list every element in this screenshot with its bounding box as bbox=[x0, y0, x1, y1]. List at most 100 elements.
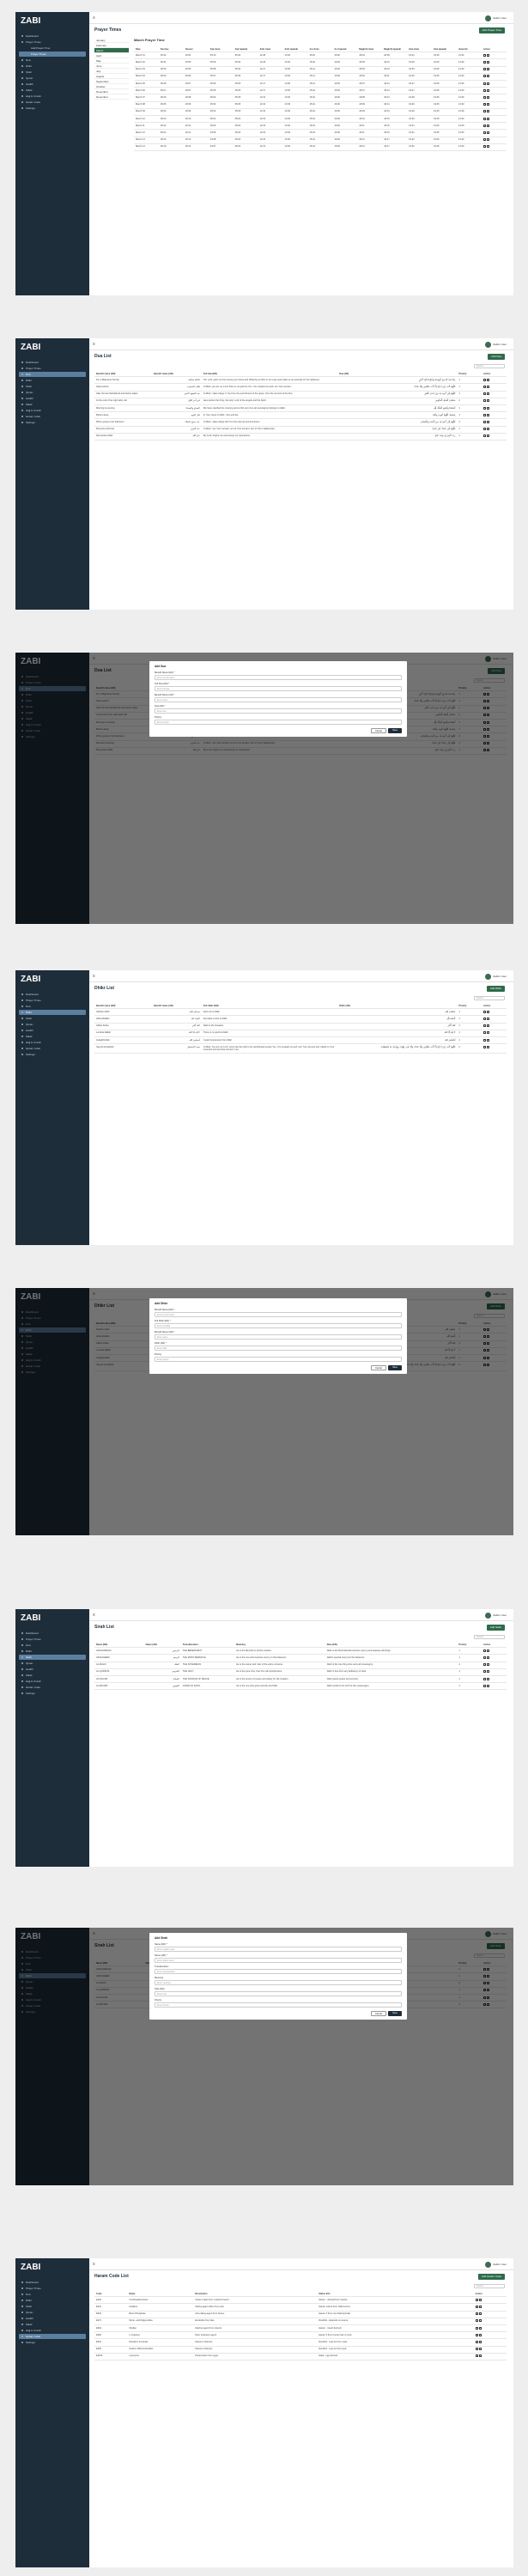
sidebar-item-settings[interactable]: Settings bbox=[19, 1691, 86, 1696]
menu-icon[interactable]: ≡ bbox=[93, 15, 95, 21]
field-input[interactable]: Enter arabic name bbox=[155, 1958, 402, 1963]
sidebar-item-settings[interactable]: Settings bbox=[19, 2340, 86, 2345]
sidebar-item-haram-code[interactable]: Haram Code bbox=[19, 2334, 86, 2339]
sidebar-item-prayer-times[interactable]: Prayer Times bbox=[19, 1637, 86, 1642]
save-button[interactable]: Save bbox=[388, 728, 402, 733]
sidebar-item-dua[interactable]: Dua bbox=[19, 2292, 86, 2297]
sidebar-item-settings[interactable]: Settings bbox=[19, 106, 86, 111]
sidebar-item-sirah[interactable]: Sirah bbox=[19, 70, 86, 75]
sidebar-item-sirah[interactable]: Sirah bbox=[19, 384, 86, 389]
field-input[interactable]: Enter name bbox=[155, 1334, 402, 1340]
delete-icon[interactable] bbox=[478, 2354, 482, 2358]
delete-icon[interactable] bbox=[487, 1663, 490, 1667]
edit-icon[interactable] bbox=[482, 103, 486, 106]
cancel-button[interactable]: Cancel bbox=[371, 728, 387, 733]
edit-icon[interactable] bbox=[475, 2312, 478, 2316]
sidebar-item-sirah[interactable]: Sirah bbox=[19, 1016, 86, 1021]
field-input[interactable]: Enter benefit name bbox=[155, 1312, 402, 1317]
delete-icon[interactable] bbox=[487, 1038, 490, 1042]
field-input[interactable]: Enter dhikr bbox=[155, 1346, 402, 1351]
delete-icon[interactable] bbox=[478, 2326, 482, 2330]
sidebar-item-settings[interactable]: Settings bbox=[19, 1052, 86, 1057]
delete-icon[interactable] bbox=[486, 95, 489, 99]
edit-icon[interactable] bbox=[483, 1649, 487, 1652]
delete-icon[interactable] bbox=[487, 385, 490, 388]
field-input[interactable]: Enter full dhikr bbox=[155, 1323, 402, 1328]
sidebar-item-hadith[interactable]: Hadith bbox=[19, 396, 86, 401]
delete-icon[interactable] bbox=[486, 53, 489, 57]
add-button[interactable]: Add Haram Code bbox=[477, 2274, 505, 2280]
field-input[interactable]: Enter name bbox=[155, 697, 402, 702]
sidebar-item-hajj[interactable]: Hajj & Umrah bbox=[19, 1040, 86, 1045]
delete-icon[interactable] bbox=[486, 124, 489, 127]
sidebar-item-hadith[interactable]: Hadith bbox=[19, 82, 86, 87]
delete-icon[interactable] bbox=[478, 2333, 482, 2336]
cancel-button[interactable]: Cancel bbox=[371, 1365, 387, 1370]
sidebar-item-quran[interactable]: Quran bbox=[19, 2310, 86, 2315]
edit-icon[interactable] bbox=[482, 131, 486, 134]
field-input[interactable]: Enter benefit name bbox=[155, 675, 402, 680]
delete-icon[interactable] bbox=[486, 110, 489, 113]
field-input[interactable]: Enter transliteration bbox=[155, 1969, 402, 1974]
delete-icon[interactable] bbox=[487, 1684, 490, 1687]
sidebar-item-haram-code[interactable]: Haram Code bbox=[19, 100, 86, 105]
save-button[interactable]: Save bbox=[388, 2011, 402, 2016]
delete-icon[interactable] bbox=[486, 88, 489, 92]
edit-icon[interactable] bbox=[483, 1010, 487, 1013]
edit-icon[interactable] bbox=[482, 82, 486, 85]
delete-icon[interactable] bbox=[487, 1010, 490, 1013]
sidebar-item-settings[interactable]: Settings bbox=[19, 420, 86, 425]
delete-icon[interactable] bbox=[478, 2305, 482, 2308]
sidebar-item-prayer-times-list[interactable]: Prayer Times bbox=[19, 52, 86, 57]
menu-icon[interactable]: ≡ bbox=[93, 342, 95, 347]
sidebar-item-dashboard[interactable]: Dashboard bbox=[19, 33, 86, 39]
delete-icon[interactable] bbox=[478, 2348, 482, 2351]
edit-icon[interactable] bbox=[475, 2333, 478, 2336]
delete-icon[interactable] bbox=[486, 131, 489, 134]
sidebar-item-hadith[interactable]: Hadith bbox=[19, 2316, 86, 2321]
field-input[interactable]: Enter priority bbox=[155, 2002, 402, 2008]
delete-icon[interactable] bbox=[487, 428, 490, 431]
edit-icon[interactable] bbox=[483, 1045, 487, 1048]
sidebar-item-dhikr[interactable]: Dhikr bbox=[19, 2298, 86, 2303]
sidebar-item-quran[interactable]: Quran bbox=[19, 76, 86, 81]
delete-icon[interactable] bbox=[486, 117, 489, 120]
sidebar-item-dhikr[interactable]: Dhikr bbox=[19, 1649, 86, 1654]
delete-icon[interactable] bbox=[487, 413, 490, 416]
delete-icon[interactable] bbox=[486, 138, 489, 142]
sidebar-item-dashboard[interactable]: Dashboard bbox=[19, 992, 86, 997]
edit-icon[interactable] bbox=[483, 1024, 487, 1028]
delete-icon[interactable] bbox=[487, 434, 490, 438]
sidebar-item-dhikr[interactable]: Dhikr bbox=[19, 378, 86, 383]
edit-icon[interactable] bbox=[483, 1670, 487, 1674]
sidebar-item-quran[interactable]: Quran bbox=[19, 1661, 86, 1666]
user-menu[interactable]: Zabrin User bbox=[485, 1612, 507, 1619]
edit-icon[interactable] bbox=[475, 2319, 478, 2323]
delete-icon[interactable] bbox=[486, 145, 489, 149]
edit-icon[interactable] bbox=[483, 1663, 487, 1667]
search-input[interactable]: Search... bbox=[474, 1635, 505, 1639]
sidebar-item-sirah[interactable]: Sirah bbox=[19, 1655, 86, 1660]
delete-icon[interactable] bbox=[487, 1017, 490, 1020]
edit-icon[interactable] bbox=[483, 378, 487, 381]
sidebar-item-zakat[interactable]: Zakat bbox=[19, 1673, 86, 1678]
edit-icon[interactable] bbox=[475, 2298, 478, 2301]
edit-icon[interactable] bbox=[483, 420, 487, 423]
save-button[interactable]: Save bbox=[388, 1365, 402, 1370]
sidebar-item-zakat[interactable]: Zakat bbox=[19, 1034, 86, 1039]
sidebar-item-dua[interactable]: Dua bbox=[19, 1643, 86, 1648]
delete-icon[interactable] bbox=[486, 82, 489, 85]
sidebar-item-prayer-times[interactable]: Prayer Times bbox=[19, 2286, 86, 2291]
delete-icon[interactable] bbox=[486, 60, 489, 64]
edit-icon[interactable] bbox=[483, 1031, 487, 1035]
search-input[interactable]: Search... bbox=[474, 996, 505, 1000]
search-input[interactable]: Search... bbox=[474, 2284, 505, 2288]
delete-icon[interactable] bbox=[487, 1045, 490, 1048]
add-button[interactable]: Add Sirah bbox=[486, 1625, 505, 1631]
edit-icon[interactable] bbox=[482, 117, 486, 120]
delete-icon[interactable] bbox=[487, 1031, 490, 1035]
sidebar-item-prayer-times[interactable]: Prayer Times bbox=[19, 366, 86, 371]
delete-icon[interactable] bbox=[478, 2319, 482, 2323]
sidebar-item-add-prayer-time[interactable]: Add Prayer Time bbox=[19, 46, 86, 51]
delete-icon[interactable] bbox=[478, 2298, 482, 2301]
